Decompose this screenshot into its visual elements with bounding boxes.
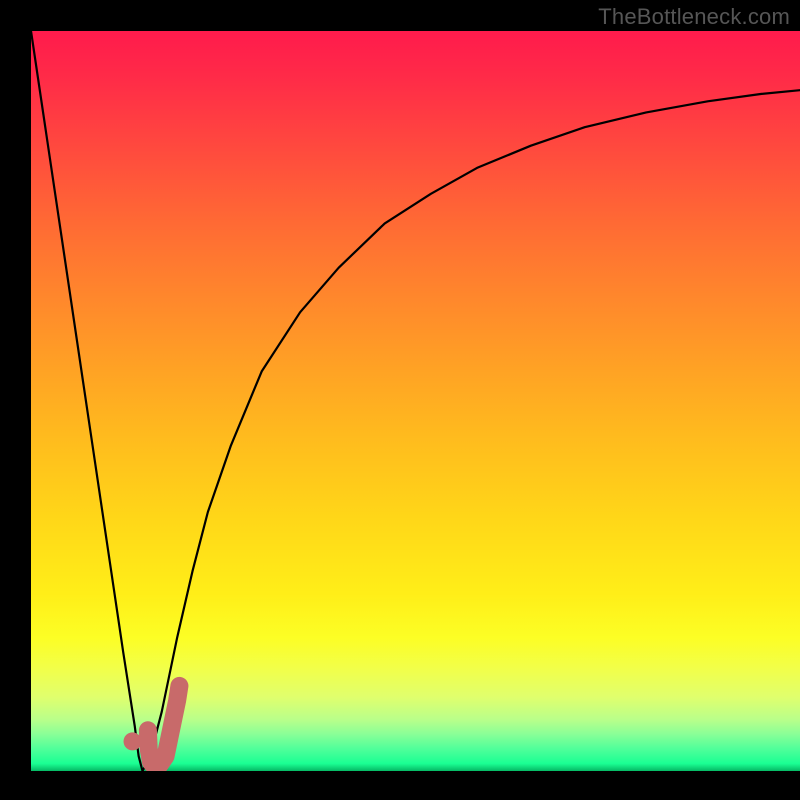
marker-dot [124,732,142,750]
plot-area [31,31,800,771]
chart-svg [31,31,800,771]
attribution-text: TheBottleneck.com [598,4,790,30]
bottleneck-curve [31,31,800,771]
chart-frame: TheBottleneck.com [0,0,800,800]
